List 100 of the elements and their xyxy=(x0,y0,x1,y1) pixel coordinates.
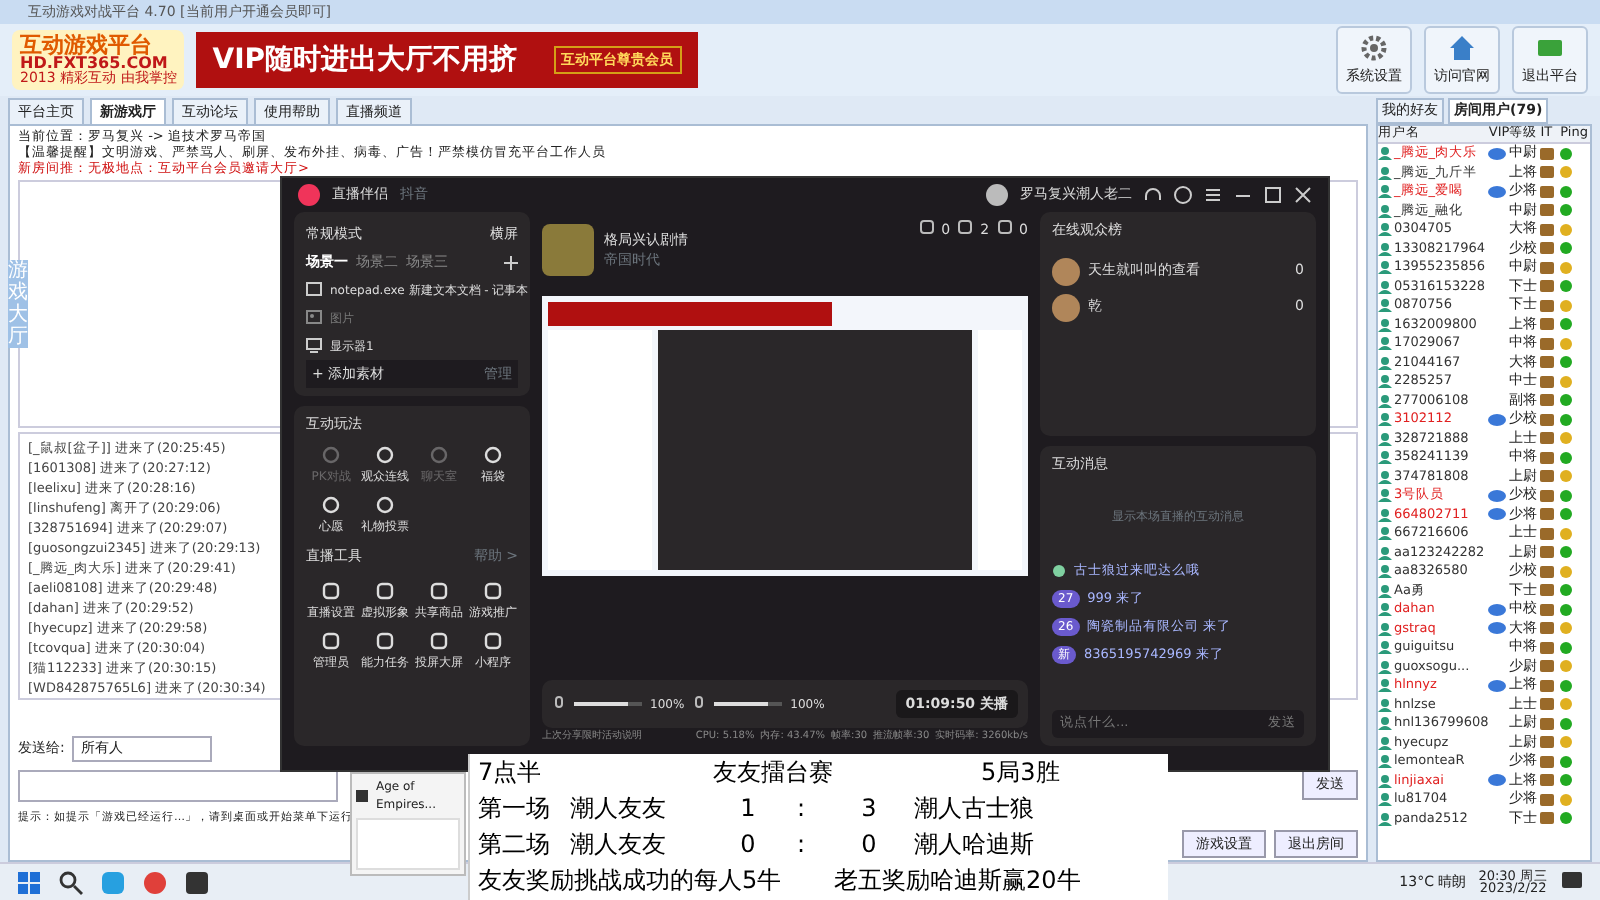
user-icon xyxy=(1378,526,1392,541)
scoreboard-text: 潮人哈迪斯 xyxy=(914,828,1036,862)
scoreboard-text: 潮人友友 xyxy=(570,828,668,862)
chat-icon xyxy=(1052,564,1066,578)
app-logo-icon xyxy=(298,184,320,206)
vip-icon xyxy=(1488,679,1507,692)
tool-icon xyxy=(376,495,394,513)
vip-icon xyxy=(1488,147,1507,160)
tool-icon xyxy=(484,445,502,463)
user-icon xyxy=(1378,222,1392,237)
scoreboard-text: 友友奖励挑战成功的每人5牛 xyxy=(478,864,784,898)
scoreboard-text: 7点半 xyxy=(478,756,544,790)
user-icon xyxy=(1378,469,1392,484)
scoreboard-text: : xyxy=(794,792,808,826)
search-icon[interactable] xyxy=(58,869,84,895)
user-icon xyxy=(1378,507,1392,522)
speaker-icon xyxy=(692,696,707,712)
source-icon xyxy=(306,310,322,326)
user-icon xyxy=(1378,203,1392,218)
source-icon xyxy=(306,338,322,354)
user-icon xyxy=(1378,659,1392,674)
user-icon xyxy=(1378,602,1392,617)
user-icon xyxy=(1378,393,1392,408)
user-icon xyxy=(1378,545,1392,560)
maximize-icon[interactable] xyxy=(1264,186,1282,204)
tool-icon xyxy=(322,631,340,649)
user-icon xyxy=(1378,374,1392,389)
help-icon[interactable] xyxy=(1174,186,1192,204)
user-icon xyxy=(1378,298,1392,313)
avatar-icon xyxy=(986,184,1008,206)
user-icon xyxy=(1378,735,1392,750)
tool-icon xyxy=(484,631,502,649)
microphone-icon xyxy=(552,696,566,712)
avatar-placeholder xyxy=(1052,257,1080,285)
user-icon xyxy=(1378,621,1392,636)
tool-icon xyxy=(430,631,448,649)
user-icon xyxy=(1378,165,1392,180)
notification-icon[interactable] xyxy=(1560,870,1584,894)
message-input[interactable] xyxy=(18,769,338,801)
scoreboard-text: 友友擂台赛 xyxy=(712,756,835,790)
logo-text: HD.FXT365.COM xyxy=(20,56,168,72)
user-icon xyxy=(1378,146,1392,161)
scoreboard-text: 0 xyxy=(738,828,758,862)
vip-icon xyxy=(1488,185,1507,198)
plus-icon[interactable] xyxy=(504,255,518,269)
scoreboard-text: 潮人古士狼 xyxy=(914,792,1036,826)
user-icon xyxy=(1378,317,1392,332)
scoreboard-text: 1 xyxy=(738,792,758,826)
user-icon xyxy=(1378,640,1392,655)
scoreboard-text: 潮人友友 xyxy=(570,792,668,826)
tool-icon xyxy=(484,581,502,599)
user-icon xyxy=(1378,260,1392,275)
menu-icon[interactable] xyxy=(1204,186,1222,204)
tool-icon xyxy=(376,581,394,599)
scoreboard-text: 0 xyxy=(859,828,879,862)
vip-icon xyxy=(1488,774,1507,787)
logo-text: 互动游戏平台 xyxy=(20,34,152,56)
banner-text: VIP随时进出大厅不用挤 xyxy=(212,41,518,79)
scoreboard-text: 第二场 xyxy=(478,828,552,862)
user-icon xyxy=(1378,811,1392,826)
start-icon[interactable] xyxy=(16,869,42,895)
user-icon xyxy=(1378,773,1392,788)
avatar-placeholder xyxy=(1052,293,1080,321)
user-icon xyxy=(1378,583,1392,598)
user-icon xyxy=(1378,184,1392,199)
scoreboard-text: 老五奖励哈迪斯赢20牛 xyxy=(834,864,1083,898)
source-icon xyxy=(306,282,322,298)
tool-icon xyxy=(376,445,394,463)
tool-icon xyxy=(376,631,394,649)
user-icon xyxy=(1378,697,1392,712)
app-icon xyxy=(356,790,368,802)
tool-icon xyxy=(322,581,340,599)
user-icon xyxy=(1378,336,1392,351)
user-icon xyxy=(1378,716,1392,731)
user-icon xyxy=(1378,488,1392,503)
user-icon xyxy=(1378,431,1392,446)
headset-icon[interactable] xyxy=(1144,186,1162,204)
house-icon xyxy=(1448,33,1476,62)
user-icon xyxy=(1378,355,1392,370)
scoreboard-text: : xyxy=(794,828,808,862)
close-icon[interactable] xyxy=(1294,186,1312,204)
tool-icon xyxy=(430,445,448,463)
user-icon xyxy=(1378,279,1392,294)
user-icon xyxy=(1378,678,1392,693)
preview-thumbnail xyxy=(356,818,460,870)
user-icon xyxy=(1378,412,1392,427)
tool-icon xyxy=(322,445,340,463)
tool-icon xyxy=(322,495,340,513)
user-icon xyxy=(1378,564,1392,579)
scoreboard-text: 第一场 xyxy=(478,792,552,826)
user-icon xyxy=(1378,792,1392,807)
user-icon xyxy=(1378,241,1392,256)
scoreboard-text: 5局3胜 xyxy=(981,756,1062,790)
scoreboard-text: 3 xyxy=(859,792,879,826)
user-icon xyxy=(1378,754,1392,769)
vip-icon xyxy=(1488,413,1507,426)
user-icon xyxy=(1378,450,1392,465)
tool-icon xyxy=(430,581,448,599)
app-icon[interactable] xyxy=(184,869,210,895)
gear-icon xyxy=(1360,33,1388,62)
